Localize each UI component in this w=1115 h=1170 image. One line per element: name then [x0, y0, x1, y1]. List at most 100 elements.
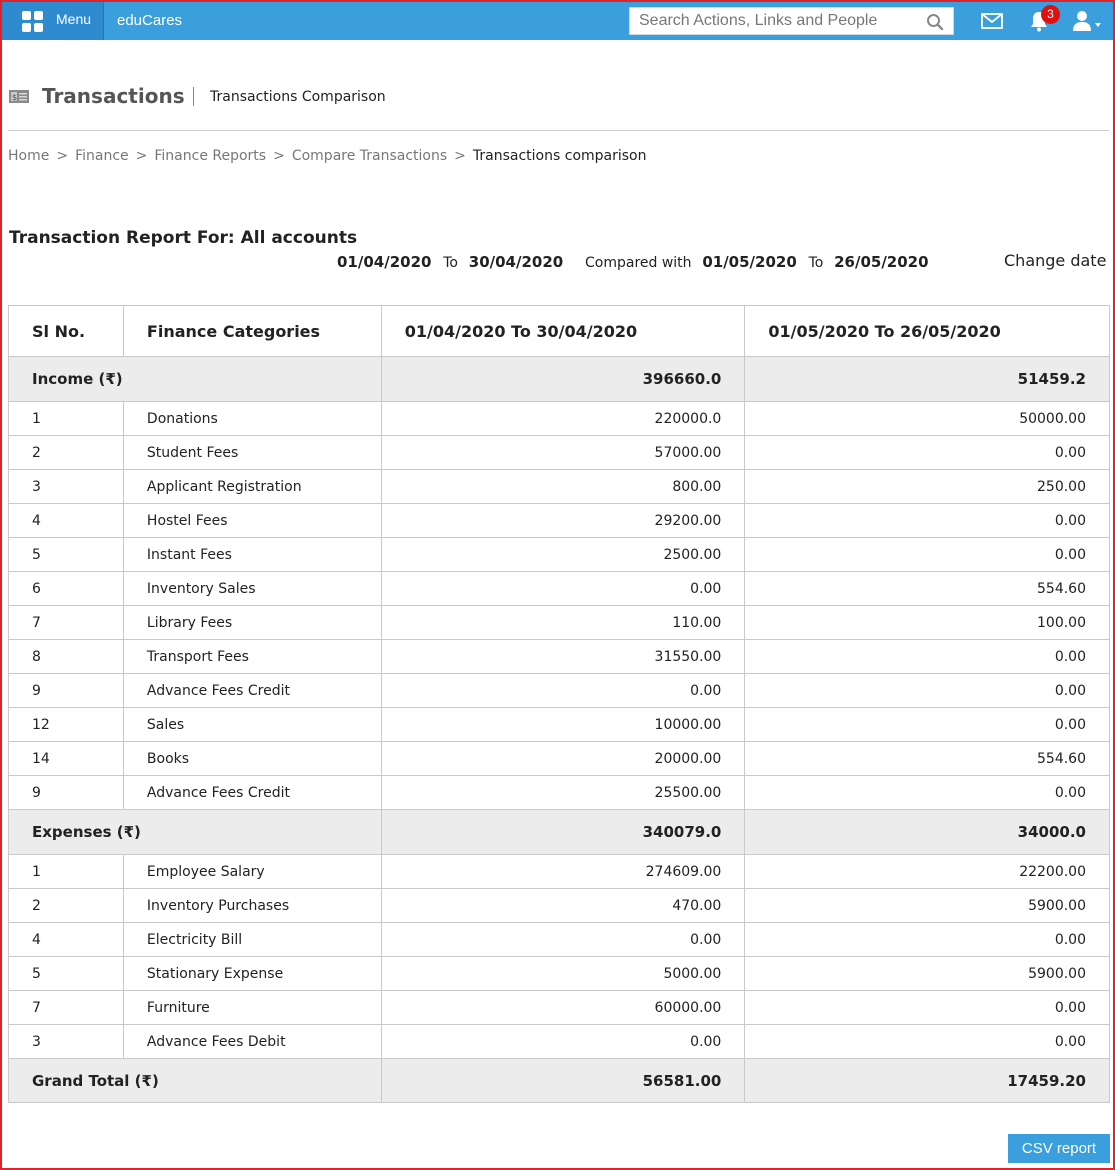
category-cell: Employee Salary: [122, 854, 382, 889]
expenses-group-row: Expenses (₹) 340079.0 34000.0: [8, 809, 1110, 855]
table-row: 2 Inventory Purchases 470.00 5900.00: [8, 888, 1110, 923]
brand-link[interactable]: eduCares: [117, 12, 182, 29]
amount-period-2-cell: 5900.00: [744, 888, 1110, 923]
category-cell: Transport Fees: [122, 639, 382, 674]
table-row: 4 Hostel Fees 29200.00 0.00: [8, 503, 1110, 538]
compared-with-label: Compared with: [585, 255, 692, 271]
search-input[interactable]: [630, 8, 953, 34]
breadcrumb-compare-transactions[interactable]: Compare Transactions: [292, 148, 447, 164]
sl-no-cell: 7: [8, 990, 124, 1025]
breadcrumb-home[interactable]: Home: [8, 148, 49, 164]
category-cell: Applicant Registration: [122, 469, 382, 504]
column-header-period-2: 01/05/2020 To 26/05/2020: [744, 305, 1110, 357]
amount-period-2-cell: 0.00: [744, 673, 1110, 708]
income-group-label: Income (₹): [8, 356, 382, 402]
income-group-row: Income (₹) 396660.0 51459.2: [8, 356, 1110, 402]
amount-period-1-cell: 60000.00: [380, 990, 746, 1025]
income-total-period-1: 396660.0: [380, 356, 746, 402]
transactions-icon: $: [9, 90, 29, 103]
expenses-total-period-2: 34000.0: [744, 809, 1110, 855]
amount-period-2-cell: 0.00: [744, 922, 1110, 957]
period2-end-date: 26/05/2020: [834, 253, 929, 271]
mail-icon[interactable]: [981, 12, 1003, 30]
table-row: 9 Advance Fees Credit 25500.00 0.00: [8, 775, 1110, 810]
amount-period-2-cell: 0.00: [744, 435, 1110, 470]
search-box: [629, 7, 954, 35]
category-cell: Inventory Purchases: [122, 888, 382, 923]
amount-period-2-cell: 0.00: [744, 775, 1110, 810]
table-row: 1 Employee Salary 274609.00 22200.00: [8, 854, 1110, 889]
column-header-category: Finance Categories: [122, 305, 382, 357]
period1-start-date: 01/04/2020: [337, 253, 432, 271]
amount-period-1-cell: 31550.00: [380, 639, 746, 674]
header-divider: [8, 130, 1109, 131]
to-label: To: [808, 255, 824, 271]
column-header-sl-no: Sl No.: [8, 305, 124, 357]
amount-period-1-cell: 10000.00: [380, 707, 746, 742]
sl-no-cell: 2: [8, 435, 124, 470]
amount-period-1-cell: 25500.00: [380, 775, 746, 810]
change-date-link[interactable]: Change date: [1004, 251, 1106, 270]
amount-period-1-cell: 0.00: [380, 673, 746, 708]
amount-period-1-cell: 0.00: [380, 922, 746, 957]
breadcrumb-separator: >: [273, 148, 285, 164]
amount-period-2-cell: 0.00: [744, 1024, 1110, 1059]
table-row: 7 Library Fees 110.00 100.00: [8, 605, 1110, 640]
sl-no-cell: 1: [8, 854, 124, 889]
breadcrumb-finance-reports[interactable]: Finance Reports: [154, 148, 266, 164]
category-cell: Donations: [122, 401, 382, 436]
table-row: 2 Student Fees 57000.00 0.00: [8, 435, 1110, 470]
amount-period-2-cell: 554.60: [744, 571, 1110, 606]
table-row: 9 Advance Fees Credit 0.00 0.00: [8, 673, 1110, 708]
transactions-comparison-table: Sl No. Finance Categories 01/04/2020 To …: [8, 305, 1110, 1103]
amount-period-2-cell: 0.00: [744, 503, 1110, 538]
category-cell: Advance Fees Credit: [122, 673, 382, 708]
grand-total-period-1: 56581.00: [380, 1058, 746, 1103]
amount-period-1-cell: 20000.00: [380, 741, 746, 776]
category-cell: Advance Fees Debit: [122, 1024, 382, 1059]
income-total-period-2: 51459.2: [744, 356, 1110, 402]
title-divider: [193, 87, 194, 106]
user-avatar-icon[interactable]: [1072, 10, 1102, 32]
table-row: 5 Stationary Expense 5000.00 5900.00: [8, 956, 1110, 991]
table-header-row: Sl No. Finance Categories 01/04/2020 To …: [8, 305, 1110, 357]
table-row: 12 Sales 10000.00 0.00: [8, 707, 1110, 742]
amount-period-2-cell: 0.00: [744, 537, 1110, 572]
category-cell: Hostel Fees: [122, 503, 382, 538]
grand-total-row: Grand Total (₹) 56581.00 17459.20: [8, 1058, 1110, 1103]
amount-period-1-cell: 470.00: [380, 888, 746, 923]
menu-button[interactable]: Menu: [2, 2, 104, 40]
svg-text:$: $: [12, 93, 17, 102]
csv-report-button[interactable]: CSV report: [1008, 1134, 1110, 1163]
search-icon[interactable]: [926, 13, 944, 31]
sl-no-cell: 14: [8, 741, 124, 776]
category-cell: Library Fees: [122, 605, 382, 640]
sl-no-cell: 9: [8, 775, 124, 810]
amount-period-2-cell: 0.00: [744, 639, 1110, 674]
date-range-summary: 01/04/2020 To 30/04/2020 Compared with 0…: [337, 253, 929, 271]
expenses-total-period-1: 340079.0: [380, 809, 746, 855]
period1-end-date: 30/04/2020: [468, 253, 564, 271]
menu-label: Menu: [56, 11, 92, 27]
sl-no-cell: 5: [8, 537, 124, 572]
amount-period-2-cell: 554.60: [744, 741, 1110, 776]
category-cell: Inventory Sales: [122, 571, 382, 606]
breadcrumb-finance[interactable]: Finance: [75, 148, 129, 164]
top-nav-bar: Menu eduCares 3: [2, 2, 1113, 40]
sl-no-cell: 12: [8, 707, 124, 742]
breadcrumb-separator: >: [454, 148, 466, 164]
sl-no-cell: 4: [8, 922, 124, 957]
amount-period-1-cell: 0.00: [380, 571, 746, 606]
category-cell: Stationary Expense: [122, 956, 382, 991]
amount-period-1-cell: 274609.00: [380, 854, 746, 889]
column-header-period-1: 01/04/2020 To 30/04/2020: [380, 305, 746, 357]
table-row: 7 Furniture 60000.00 0.00: [8, 990, 1110, 1025]
amount-period-1-cell: 800.00: [380, 469, 746, 504]
amount-period-1-cell: 29200.00: [380, 503, 746, 538]
table-row: 8 Transport Fees 31550.00 0.00: [8, 639, 1110, 674]
table-row: 3 Advance Fees Debit 0.00 0.00: [8, 1024, 1110, 1059]
sl-no-cell: 9: [8, 673, 124, 708]
table-body: Income (₹) 396660.0 51459.2 1 Donations 2 2000…: [8, 356, 1110, 1103]
table-row: 6 Inventory Sales 0.00 554.60: [8, 571, 1110, 606]
table-row: 4 Electricity Bill 0.00 0.00: [8, 922, 1110, 957]
